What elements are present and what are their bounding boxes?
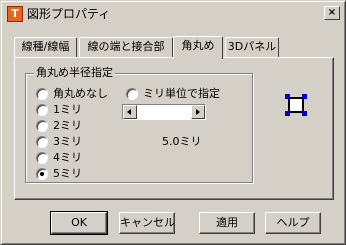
tab-line-type[interactable]: 線種/線幅 (14, 37, 77, 57)
radio-button[interactable] (126, 88, 138, 100)
radio-button-checked[interactable] (36, 168, 48, 180)
selection-handle (302, 111, 307, 116)
tab-line-ends[interactable]: 線の端と接合部 (79, 37, 173, 57)
radio-label: 角丸めなし (53, 87, 108, 100)
title-bar[interactable]: T 図形プロパティ × (4, 4, 342, 24)
radio-button[interactable] (36, 104, 48, 116)
radio-button[interactable] (36, 88, 48, 100)
tab-corner-rounding[interactable]: 角丸め (173, 36, 223, 59)
apply-button[interactable]: 適用 (199, 212, 255, 234)
radio-label: ミリ単位で指定 (143, 87, 220, 100)
radio-button[interactable] (36, 120, 48, 132)
app-icon-glyph: T (11, 7, 19, 20)
scroll-right-button[interactable] (191, 105, 205, 119)
selection-handle (302, 94, 307, 99)
cancel-button[interactable]: キャンセル (119, 212, 175, 234)
tab-3d-panel[interactable]: 3Dパネル (225, 37, 279, 57)
radio-label: 3ミリ (53, 135, 82, 148)
arrow-left-icon (127, 109, 131, 115)
help-button[interactable]: ヘルプ (265, 212, 321, 234)
tab-panel: 角丸め半径指定 角丸めなし 1ミリ 2ミリ 3ミリ 4ミリ 5ミリ ミリ単位で指… (14, 57, 334, 200)
ok-button[interactable]: OK (50, 211, 108, 235)
groupbox-label: 角丸め半径指定 (34, 66, 115, 80)
window-title: 図形プロパティ (27, 7, 111, 21)
selection-handle (285, 111, 290, 116)
radius-value: 5.0ミリ (162, 135, 202, 148)
radio-label: 2ミリ (53, 119, 82, 132)
app-icon: T (7, 6, 23, 22)
radius-scrollbar[interactable] (122, 104, 206, 120)
arrow-right-icon (196, 109, 200, 115)
radio-label: 4ミリ (53, 151, 82, 164)
radio-button[interactable] (36, 152, 48, 164)
radio-label: 5ミリ (53, 167, 82, 180)
radio-label: 1ミリ (53, 103, 82, 116)
properties-dialog: T 図形プロパティ × 線種/線幅 線の端と接合部 角丸め 3Dパネル 角丸め半… (0, 0, 346, 245)
radio-button[interactable] (36, 136, 48, 148)
scroll-left-button[interactable] (123, 105, 137, 119)
close-button[interactable]: × (324, 6, 340, 20)
selection-handle (285, 94, 290, 99)
radius-groupbox: 角丸め半径指定 角丸めなし 1ミリ 2ミリ 3ミリ 4ミリ 5ミリ ミリ単位で指… (25, 66, 253, 183)
rounding-preview (285, 94, 307, 116)
